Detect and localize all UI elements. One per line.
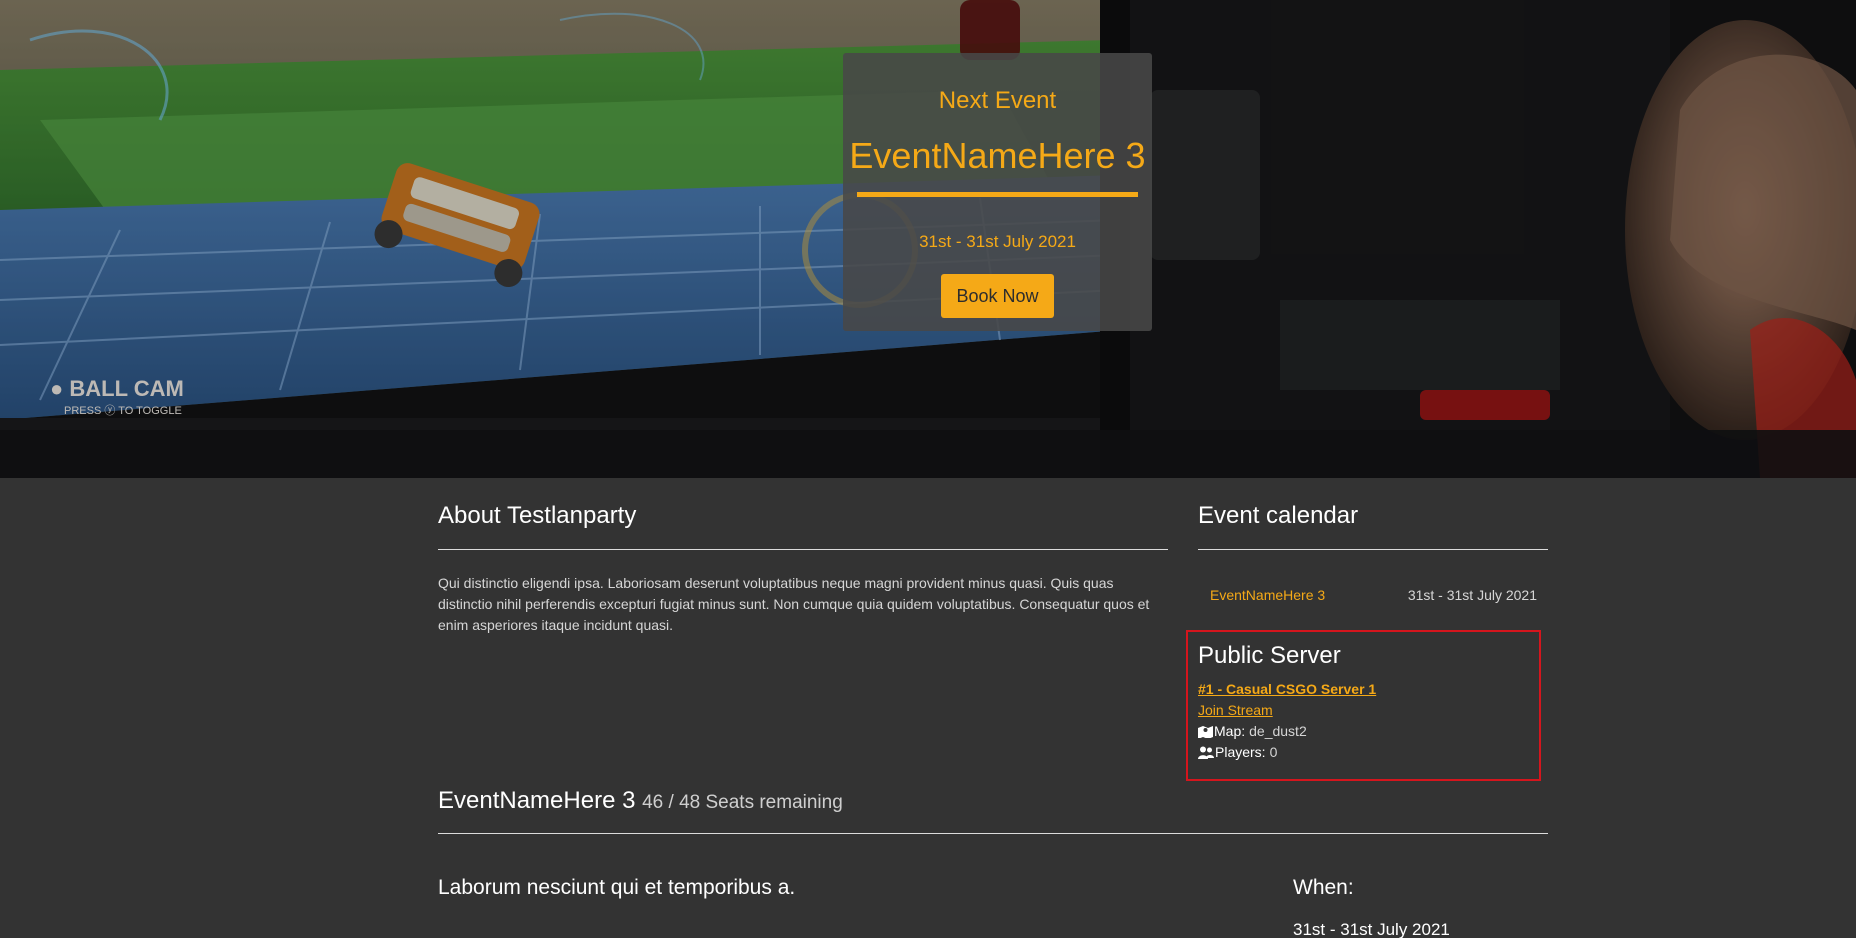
- server-players-value: 0: [1269, 744, 1278, 760]
- join-stream-link[interactable]: Join Stream: [1198, 702, 1273, 718]
- event-when-date: 31st - 31st July 2021: [1293, 920, 1450, 938]
- public-server-panel: Public Server #1 - Casual CSGO Server 1 …: [1186, 630, 1541, 781]
- calendar-event-link[interactable]: EventNameHere 3: [1210, 587, 1325, 603]
- calendar-title: Event calendar: [1198, 502, 1359, 529]
- next-event-name: EventNameHere 3: [849, 135, 1146, 176]
- next-event-divider: [857, 192, 1138, 197]
- about-text: Qui distinctio eligendi ipsa. Laboriosam…: [438, 575, 1150, 633]
- event-when-label: When:: [1293, 876, 1354, 899]
- book-now-button[interactable]: Book Now: [941, 274, 1054, 318]
- public-server-title: Public Server: [1198, 642, 1341, 669]
- calendar-event-date: 31st - 31st July 2021: [1407, 587, 1537, 603]
- server-name-link[interactable]: #1 - Casual CSGO Server 1: [1198, 681, 1376, 697]
- users-icon: [1198, 746, 1214, 759]
- event-name: EventNameHere 3: [438, 787, 636, 814]
- about-divider: [438, 549, 1168, 550]
- calendar-divider: [1198, 549, 1548, 550]
- next-event-label: Next Event: [938, 87, 1057, 114]
- next-event-date: 31st - 31st July 2021: [919, 232, 1076, 251]
- event-heading: EventNameHere 3 46 / 48 Seats remaining: [438, 787, 843, 815]
- server-map-value: de_dust2: [1249, 723, 1307, 739]
- seats-remaining: 46 / 48 Seats remaining: [642, 792, 843, 813]
- server-map-row: Map: de_dust2: [1198, 723, 1307, 739]
- about-title: About Testlanparty: [438, 502, 637, 529]
- server-players-row: Players: 0: [1198, 744, 1277, 760]
- server-map-label: Map:: [1214, 723, 1246, 739]
- event-description: Laborum nesciunt qui et temporibus a.: [438, 876, 796, 899]
- hero-banner: ● BALL CAM PRESS ⓨ TO TOGGLE Next Event …: [0, 0, 1856, 478]
- event-divider: [438, 833, 1548, 834]
- server-players-label: Players:: [1215, 744, 1266, 760]
- next-event-card: Next Event EventNameHere 3 31st - 31st J…: [843, 53, 1152, 331]
- map-marked-icon: [1198, 725, 1213, 738]
